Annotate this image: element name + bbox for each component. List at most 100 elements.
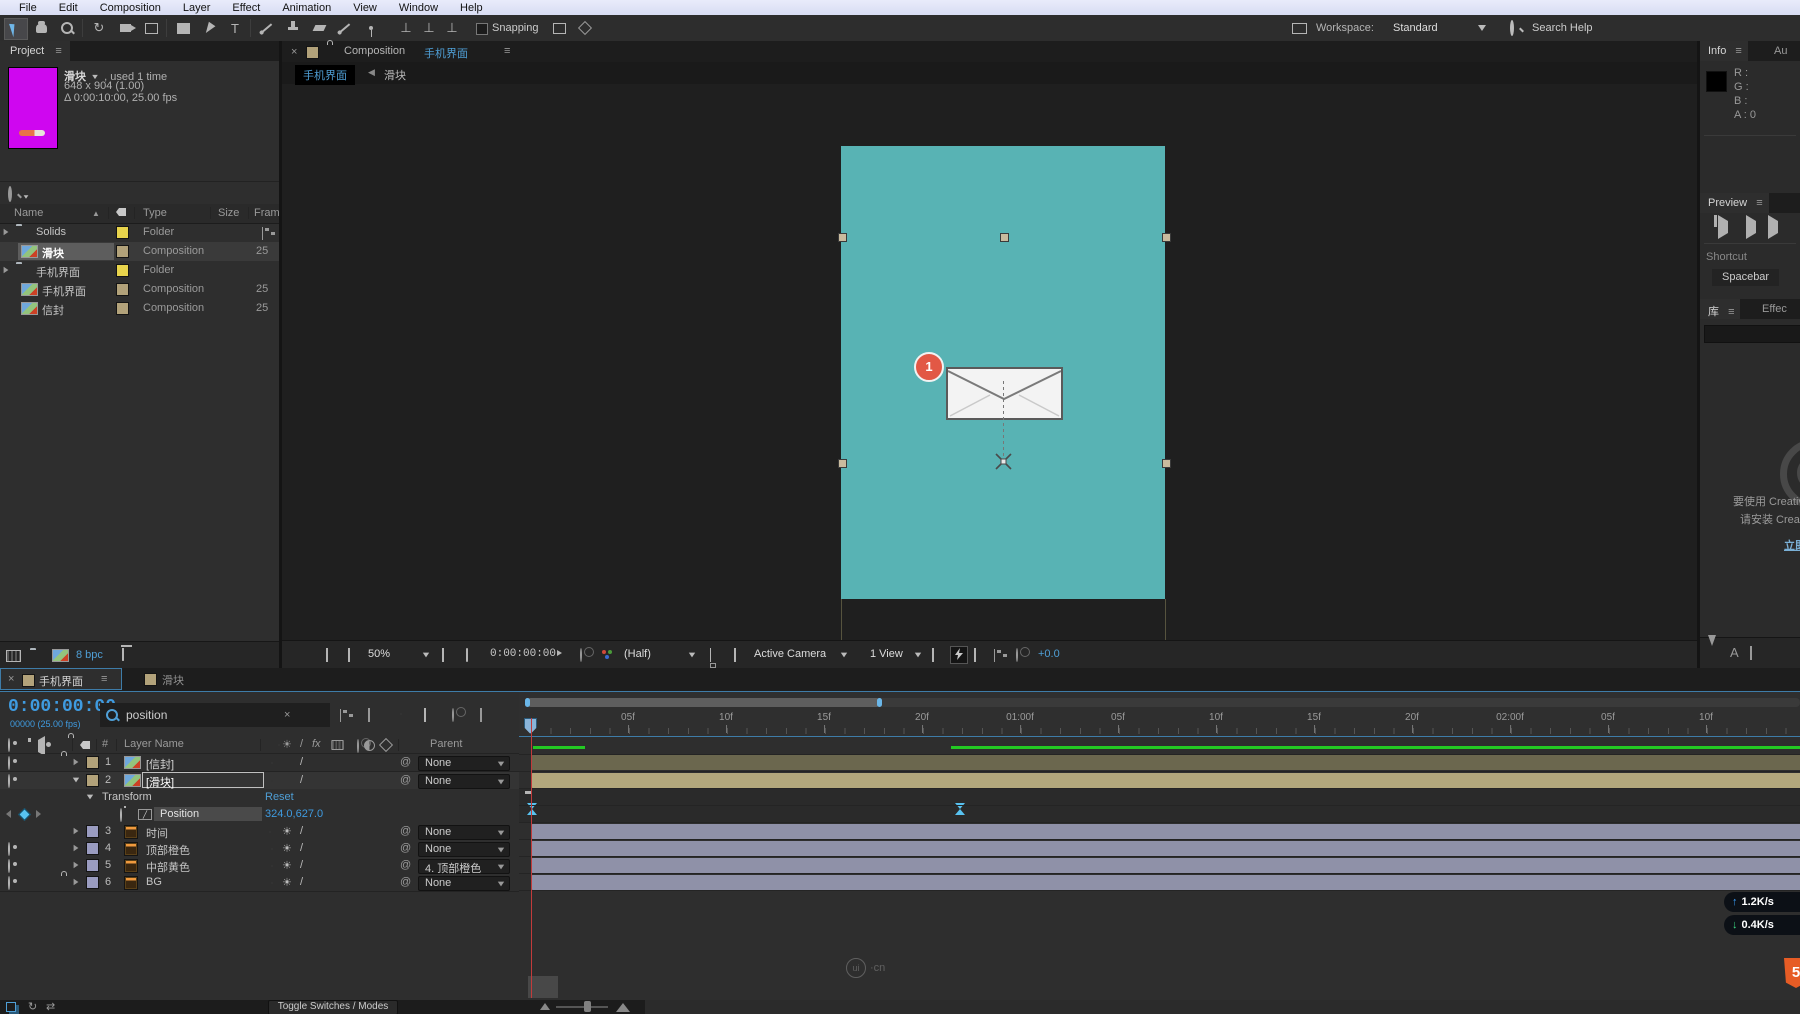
character-panel-icon[interactable]: A (1730, 645, 1739, 660)
world-axis-mode-icon[interactable]: ⊥ (418, 18, 440, 38)
viewer-comp-name[interactable]: 手机界面 (424, 45, 468, 61)
eye-icon[interactable] (8, 842, 10, 856)
viewer-tab-label[interactable]: Composition (344, 45, 405, 57)
frame-blending-icon[interactable] (424, 708, 426, 722)
audio-column-icon[interactable] (38, 736, 45, 756)
layer-label-swatch[interactable] (86, 876, 99, 889)
eye-icon[interactable] (8, 774, 10, 788)
parent-column[interactable]: Parent (430, 738, 462, 750)
quality-switch-icon[interactable]: / (300, 738, 303, 750)
timeline-button-icon[interactable] (974, 648, 976, 662)
shortcut-value[interactable]: Spacebar (1712, 269, 1780, 286)
always-preview-icon[interactable] (326, 648, 328, 662)
roto-brush-tool-icon[interactable] (334, 18, 356, 38)
transform-group-row[interactable]: Transform Reset (0, 789, 519, 807)
search-help-label[interactable]: Search Help (1532, 22, 1593, 34)
workspace-icon[interactable] (1288, 18, 1310, 38)
label-color-swatch[interactable] (116, 302, 129, 315)
layer-row-5[interactable]: 5 中部黄色 ☀ / @ 4. 顶部橙色 (0, 857, 519, 875)
fast-previews-icon[interactable] (950, 646, 968, 664)
expand-arrow-icon[interactable] (73, 827, 79, 835)
snapping-checkbox[interactable] (476, 23, 488, 35)
eye-icon[interactable] (8, 756, 10, 770)
next-keyframe-icon[interactable] (36, 810, 41, 818)
pickwhip-icon[interactable]: @ (400, 774, 411, 786)
hand-tool-icon[interactable] (30, 18, 52, 38)
label-column-icon[interactable] (80, 741, 90, 749)
selection-handle[interactable] (1162, 459, 1171, 468)
close-icon[interactable]: × (291, 46, 297, 58)
layer-row-4[interactable]: 4 顶部橙色 ☀ / @ None (0, 840, 519, 858)
pickwhip-icon[interactable]: @ (400, 842, 411, 854)
motion-blur-icon[interactable] (452, 708, 454, 722)
panel-menu-icon[interactable]: ≡ (1756, 197, 1762, 209)
label-color-swatch[interactable] (116, 245, 129, 258)
mask-visibility-icon[interactable] (466, 648, 468, 662)
layer-bar-4[interactable] (531, 841, 1800, 856)
work-area-end-handle[interactable] (877, 698, 882, 707)
timeline-zoom-slider[interactable] (556, 1006, 608, 1008)
local-axis-mode-icon[interactable]: ⊥ (395, 18, 417, 38)
viewer-timecode[interactable]: 0:00:00:00 (490, 648, 556, 660)
collapse-arrow-icon[interactable] (72, 777, 80, 783)
snap-features-icon[interactable] (574, 18, 596, 38)
show-snapshot-icon[interactable] (580, 648, 582, 662)
motion-blur-switch-icon[interactable] (357, 739, 359, 753)
search-icon[interactable] (8, 186, 12, 202)
in-out-columns-icon[interactable]: ⇄ (46, 1000, 55, 1013)
interpret-footage-icon[interactable] (6, 650, 21, 662)
menu-item[interactable]: Window (388, 2, 449, 14)
pixel-aspect-icon[interactable] (932, 648, 934, 662)
viewer-canvas[interactable]: 1 (282, 84, 1697, 640)
panel-menu-icon[interactable]: ≡ (55, 45, 61, 57)
expand-arrow-icon[interactable] (73, 844, 79, 852)
render-order-icon[interactable]: ↻ (28, 1000, 37, 1013)
label-color-swatch[interactable] (116, 283, 129, 296)
selection-tool-icon[interactable] (4, 18, 28, 40)
parent-dropdown[interactable]: None (418, 756, 510, 771)
view-layout-value[interactable]: 1 View (870, 648, 903, 660)
install-link[interactable]: 立即 (1784, 537, 1800, 553)
parent-dropdown[interactable]: None (418, 774, 510, 789)
work-area-bar[interactable] (527, 698, 880, 707)
expand-layers-icon[interactable] (6, 1002, 16, 1012)
search-input[interactable] (124, 707, 278, 723)
breadcrumb-item[interactable]: 滑块 (384, 67, 406, 83)
expand-arrow-icon[interactable] (73, 861, 79, 869)
keyframe-toggle-icon[interactable] (18, 808, 31, 821)
column-name[interactable]: Name (14, 207, 43, 219)
position-property-row[interactable]: Position 324.0,627.0 (0, 806, 519, 824)
search-options-icon[interactable] (23, 195, 29, 199)
new-composition-icon[interactable] (52, 649, 69, 662)
navigator-track[interactable] (525, 698, 1800, 707)
parent-dropdown[interactable]: None (418, 842, 510, 857)
layer-name[interactable]: BG (146, 876, 162, 888)
layer-label-swatch[interactable] (86, 842, 99, 855)
zoom-in-icon[interactable] (616, 1003, 630, 1012)
expand-arrow-icon[interactable] (3, 266, 9, 274)
pen-panel-icon[interactable] (1708, 635, 1716, 658)
panel-menu-icon[interactable]: ≡ (504, 45, 510, 57)
timeline-tab-inactive[interactable]: 滑块 (130, 668, 220, 690)
layer-name[interactable]: [滑块] (146, 774, 174, 790)
eraser-tool-icon[interactable] (308, 18, 330, 38)
adjustment-switch-icon[interactable] (364, 740, 375, 751)
pickwhip-icon[interactable]: @ (400, 825, 411, 837)
effects-toggle[interactable]: ☀ (282, 859, 292, 872)
project-row-xinfeng[interactable]: 信封 Composition 25 (0, 299, 279, 318)
layer-bar-2-selected[interactable] (531, 773, 1800, 788)
expand-arrow-icon[interactable] (73, 758, 79, 766)
position-label[interactable]: Position (160, 808, 199, 820)
libraries-search-input[interactable] (1704, 325, 1800, 343)
layer-bar-3[interactable] (531, 824, 1800, 839)
breadcrumb-current[interactable]: 手机界面 (295, 65, 355, 85)
grid-guides-icon[interactable] (442, 648, 444, 662)
shape-tool-icon[interactable] (172, 18, 194, 38)
effects-toggle[interactable]: ☀ (282, 825, 292, 838)
menu-item[interactable]: Composition (89, 2, 172, 14)
zoom-out-icon[interactable] (540, 1003, 550, 1010)
libraries-tab[interactable]: 库 ≡ (1700, 299, 1741, 319)
primary-viewer-icon[interactable] (348, 648, 350, 662)
selection-handle[interactable] (838, 459, 847, 468)
timeline-tab-active[interactable]: × 手机界面 ≡ (0, 668, 122, 690)
